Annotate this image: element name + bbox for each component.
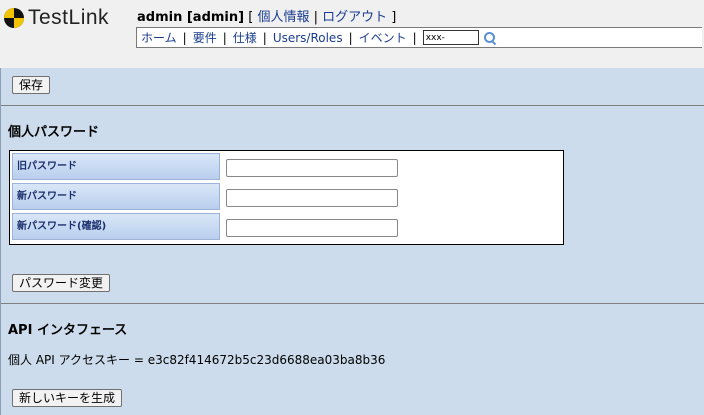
- new-password-label: 新パスワード: [12, 183, 220, 210]
- user-separator: |: [313, 10, 318, 25]
- personal-info-link[interactable]: 個人情報: [257, 10, 309, 25]
- testcase-search-input[interactable]: [422, 30, 479, 45]
- confirm-password-field[interactable]: [226, 219, 398, 237]
- user-name: admin [admin]: [137, 10, 245, 25]
- divider: [1, 105, 704, 106]
- nav-item-specification[interactable]: 仕様: [233, 29, 257, 46]
- nav-separator: |: [262, 30, 267, 45]
- nav-item-events[interactable]: イベント: [359, 29, 407, 46]
- password-form-table: 旧パスワード 新パスワード 新パスワード(確認): [9, 150, 564, 245]
- user-info-line: admin [admin] [ 個人情報 | ログアウト ]: [137, 6, 396, 25]
- old-password-label: 旧パスワード: [12, 153, 220, 180]
- account-settings-panel: 保存 個人パスワード 旧パスワード 新パスワード 新パスワード(確認) パスワー…: [0, 68, 704, 415]
- api-access-key: 個人 API アクセスキー = e3c82f414672b5c23d6688ea…: [8, 353, 386, 367]
- change-password-button[interactable]: パスワード変更: [12, 274, 111, 292]
- testlink-logo[interactable]: TestLink: [4, 6, 109, 30]
- old-password-field[interactable]: [226, 159, 398, 177]
- logo-text: TestLink: [28, 6, 110, 29]
- password-section-title: 個人パスワード: [8, 125, 100, 140]
- main-nav-bar: ホーム | 要件 | 仕様 | Users/Roles | イベント |: [136, 27, 702, 48]
- testlink-logo-icon: [4, 8, 24, 28]
- top-header: TestLink admin [admin] [ 個人情報 | ログアウト ] …: [0, 0, 704, 68]
- generate-key-button[interactable]: 新しいキーを生成: [12, 389, 123, 407]
- nav-item-home[interactable]: ホーム: [141, 29, 177, 46]
- nav-item-users-roles[interactable]: Users/Roles: [273, 31, 343, 45]
- save-button[interactable]: 保存: [12, 76, 51, 94]
- nav-separator: |: [182, 30, 187, 45]
- nav-separator: |: [412, 30, 417, 45]
- search-icon[interactable]: [483, 31, 496, 44]
- nav-item-requirements[interactable]: 要件: [193, 29, 217, 46]
- api-section-title: API インタフェース: [8, 323, 128, 338]
- logout-link[interactable]: ログアウト: [322, 10, 387, 25]
- new-password-field[interactable]: [226, 189, 398, 207]
- close-bracket: ]: [391, 10, 397, 25]
- open-bracket: [: [248, 10, 254, 25]
- divider: [1, 303, 704, 304]
- confirm-password-label: 新パスワード(確認): [12, 213, 220, 240]
- nav-separator: |: [348, 30, 353, 45]
- nav-separator: |: [222, 30, 227, 45]
